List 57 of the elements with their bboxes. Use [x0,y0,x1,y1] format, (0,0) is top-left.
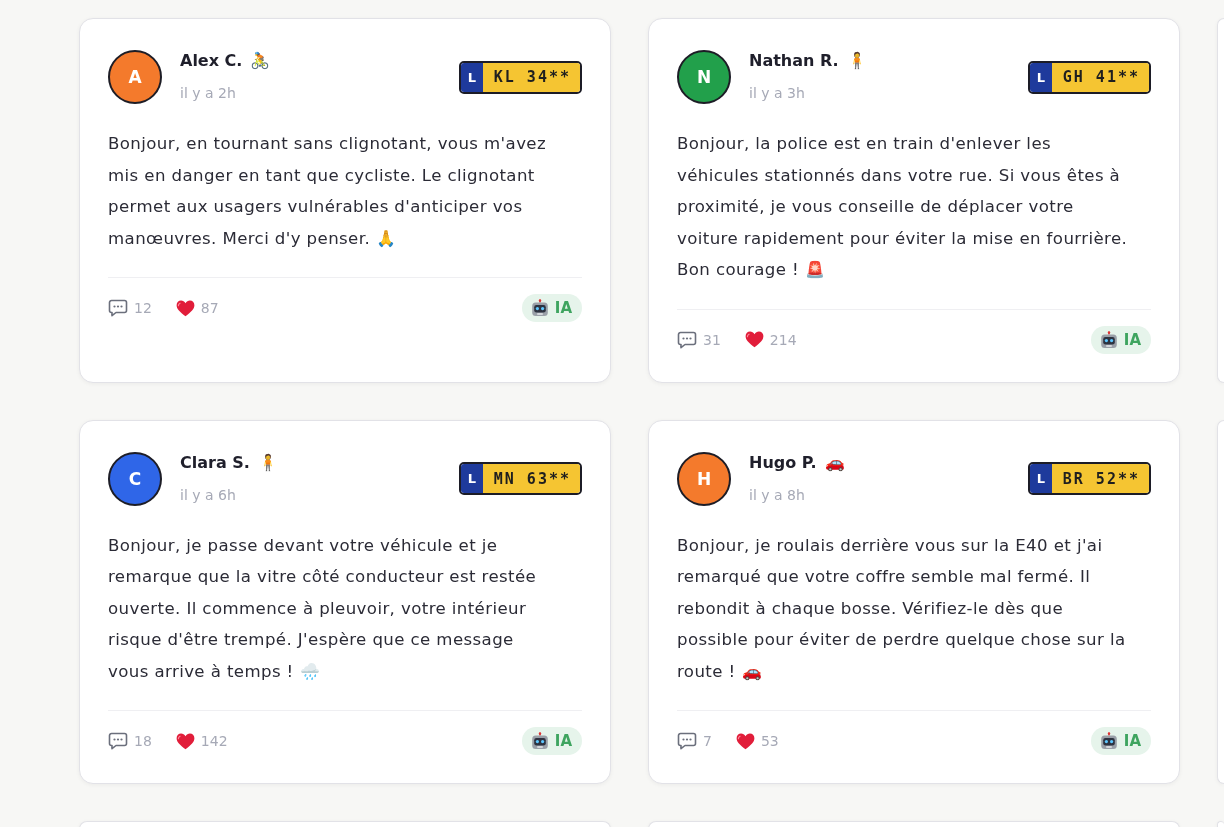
comment-icon [677,732,697,750]
heart-icon [175,299,195,317]
plate-country-code: L [460,464,483,493]
avatar: N [677,50,731,104]
plate-number: BR 52** [1051,464,1149,493]
avatar: H [677,451,731,506]
author-name: Nathan R. [749,51,839,71]
robot-icon [1099,330,1118,349]
badge-label: IA [1123,732,1141,750]
robot-icon [530,732,549,750]
emoji-icon: 🌧 [299,661,320,681]
post-card [1217,821,1224,827]
badge-label: IA [554,299,572,317]
robot-icon [1099,732,1118,750]
message-text: Bonjour, je roulais derrière vous sur la E40 et j'ai remarqué que votre coffre semble mal fermé. Il rebondit à chaque bosse. Vérifiez-le dès que possible pour éviter de perdre quelque chose sur la route ! 🚗 [677,534,1127,683]
avatar: A [108,50,162,104]
like-button[interactable]: 53 [735,732,779,750]
badge-label: IA [1123,330,1141,349]
comment-icon [677,330,697,349]
like-button[interactable]: 214 [744,331,797,348]
comment-icon [108,299,128,317]
author-name: Hugo P. [749,452,817,473]
plate-number: KL 34** [482,62,580,92]
message-text: Bonjour, la police est en train d'enlever les véhicules stationnés dans votre rue. Si vous êtes à proximité, je vous conseille de déplacer votre voiture rapidement pour éviter la mise en fourrière. Bon courage ! 🚨 [677,133,1129,281]
heart-icon [735,732,755,750]
comment-button[interactable]: 31 [677,330,721,349]
comment-button[interactable]: 18 [108,732,152,750]
post-time: il y a 3h [749,84,805,103]
emoji-icon: 🚗 [741,661,762,681]
comment-button[interactable]: 12 [108,299,152,317]
author-name: Clara S. [180,452,250,473]
like-button[interactable]: 142 [175,732,228,750]
post-time: il y a 6h [180,485,236,505]
badge-label: IA [554,732,572,750]
like-button[interactable]: 87 [175,299,219,317]
emoji-icon: 🚴 [250,51,271,71]
emoji-icon: 🧍 [257,452,278,473]
plate-country-code: L [1029,62,1052,92]
plate-number: GH 41** [1051,62,1149,92]
comment-button[interactable]: 7 [677,732,712,750]
emoji-icon: 🚗 [824,452,845,473]
message-text: Bonjour, je passe devant votre véhicule et je remarque que la vitre côté conducteur est restée ouverte. Il commence à pleuvoir, votre intérieur risque d'être trempé. J'espère que ce message vous arrive à temps ! 🌧 [108,534,538,683]
heart-icon [175,732,195,750]
message-text: Bonjour, en tournant sans clignotant, vous m'avez mis en danger en tant que cycliste. Le clignotant permet aux usagers vulnérables d'anticiper vos manœuvres. Merci d'y penser. 🙏 [108,133,548,250]
plate-number: MN 63** [482,464,580,493]
emoji-icon: 🚨 [805,260,825,279]
post-time: il y a 8h [749,485,805,505]
heart-icon [744,331,764,348]
post-time: il y a 2h [180,84,236,103]
emoji-icon: 🙏 [376,228,397,248]
avatar: C [108,451,162,506]
robot-icon [530,299,549,317]
plate-country-code: L [460,62,483,92]
comment-icon [108,732,128,750]
emoji-icon: 🧍 [846,51,867,71]
plate-country-code: L [1029,464,1052,493]
author-name: Alex C. [180,51,243,71]
